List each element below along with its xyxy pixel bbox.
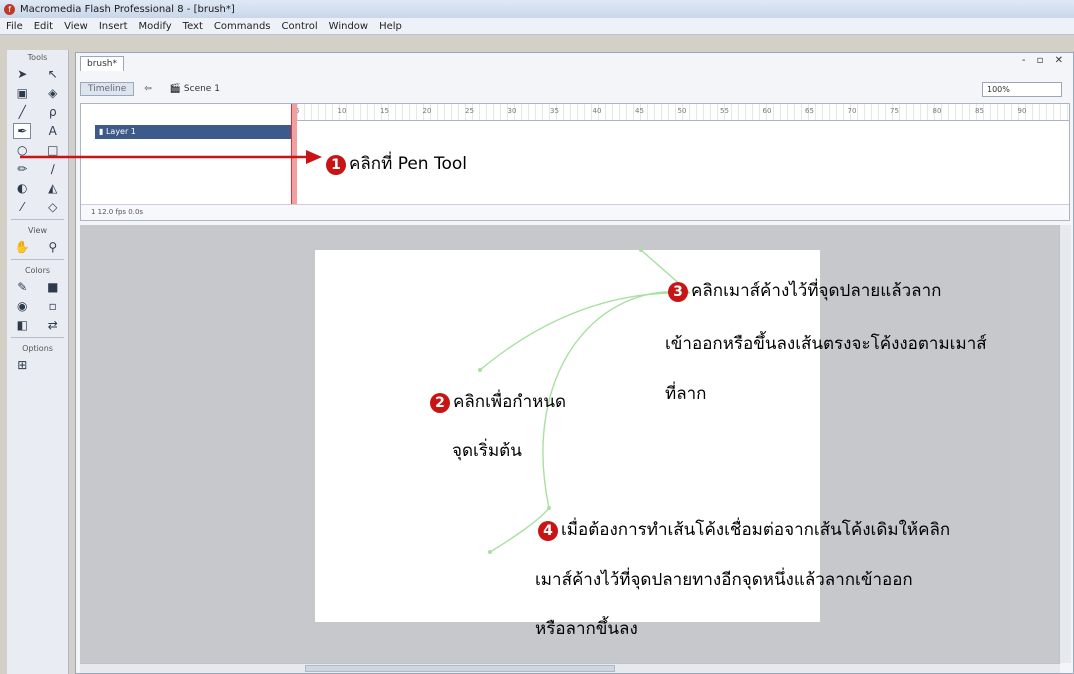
step-3-line-2: เข้าออกหรือขึ้นลงเส้นตรงจะโค้งงอตามเมาส์: [665, 334, 987, 354]
step-4-line-2: เมาส์ค้างไว้ที่จุดปลายทางอีกจุดหนึ่งแล้ว…: [535, 570, 913, 590]
anchor-point: [639, 248, 643, 252]
step-2-line-2: จุดเริ่มต้น: [452, 441, 522, 461]
step-1-text: คลิกที่ Pen Tool: [349, 154, 467, 174]
anchor-point: [547, 506, 551, 510]
step-2-line-1: คลิกเพื่อกำหนด: [453, 392, 567, 412]
annotation-step-4: 4 เมื่อต้องการทำเส้นโค้งเชื่อมต่อจากเส้นโ…: [538, 516, 950, 543]
step-number-badge: 4: [538, 521, 558, 541]
annotation-step-2: 2 คลิกเพื่อกำหนด: [430, 388, 566, 415]
arrow-to-pen-tool: [20, 150, 322, 164]
step-4-line-3: หรือลากขึ้นลง: [535, 619, 638, 639]
step-4-line-1: เมื่อต้องการทำเส้นโค้งเชื่อมต่อจากเส้นโค…: [561, 520, 951, 540]
anchor-point: [478, 368, 482, 372]
step-3-line-3: ที่ลาก: [665, 384, 707, 404]
step-3-line-1: คลิกเมาส์ค้างไว้ที่จุดปลายแล้วลาก: [691, 281, 942, 301]
annotation-step-1: 1 คลิกที่ Pen Tool: [326, 150, 467, 177]
step-number-badge: 2: [430, 393, 450, 413]
annotation-step-3: 3 คลิกเมาส์ค้างไว้ที่จุดปลายแล้วลาก: [668, 277, 941, 304]
step-number-badge: 1: [326, 155, 346, 175]
anchor-point: [488, 550, 492, 554]
step-number-badge: 3: [668, 282, 688, 302]
